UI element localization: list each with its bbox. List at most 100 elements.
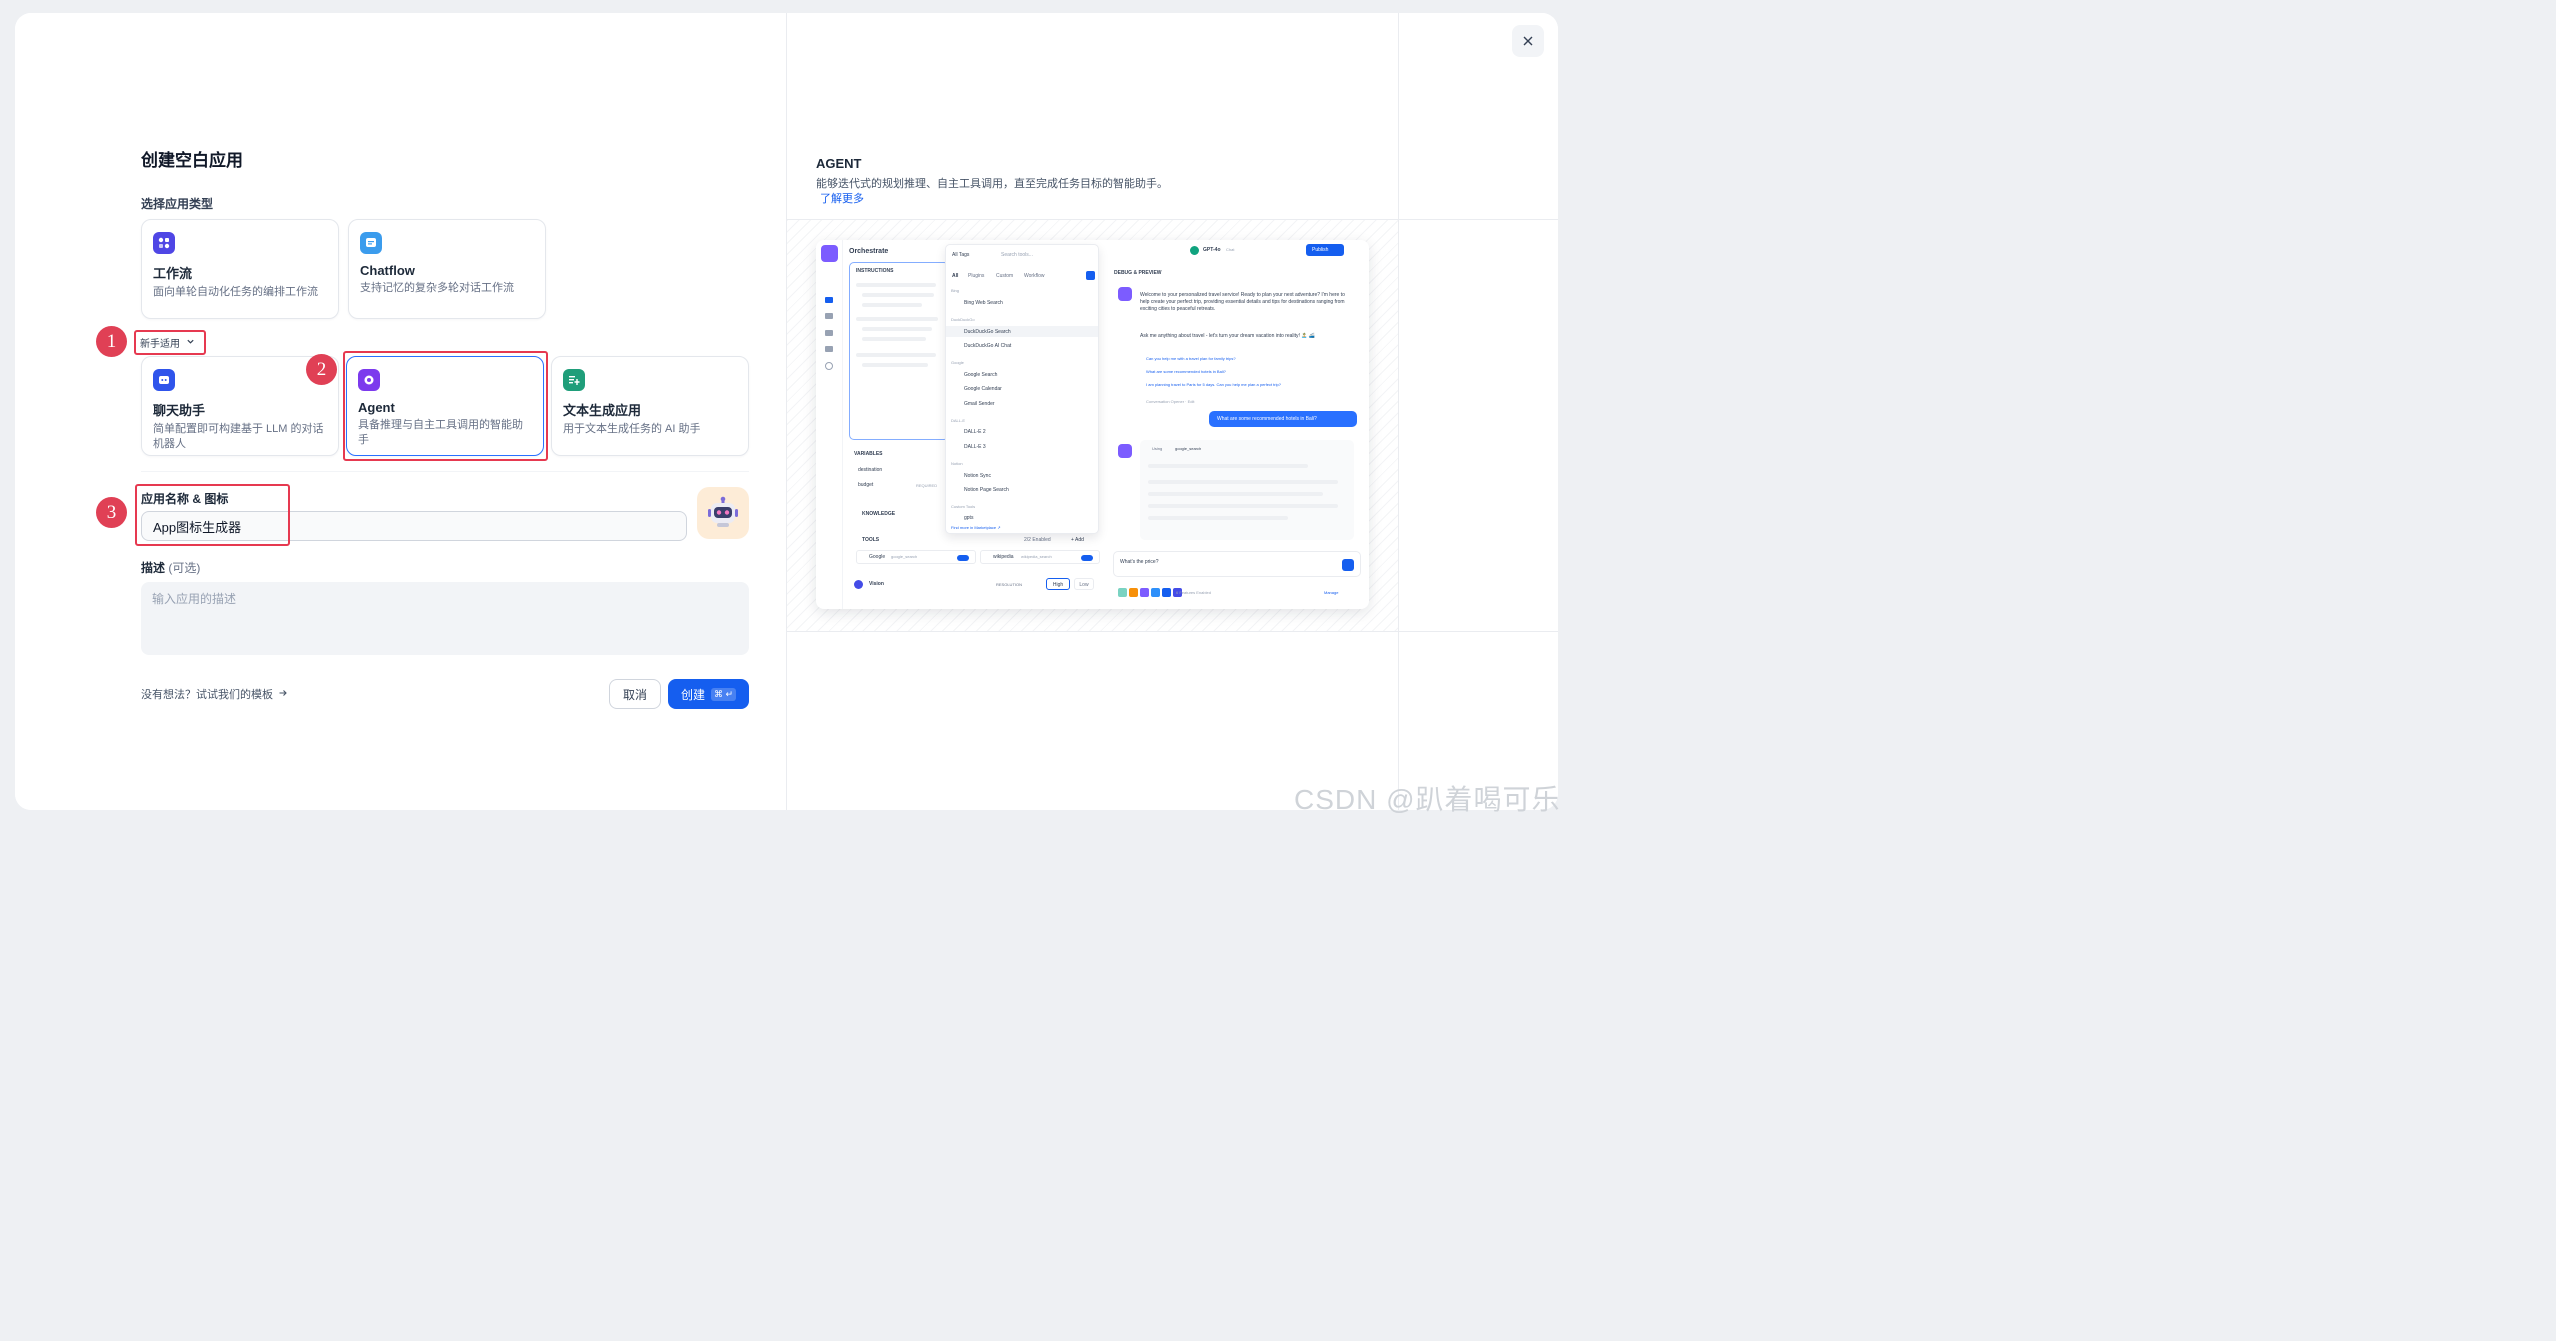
welcome-message-2: Ask me anything about travel - let's tur… [1140, 333, 1316, 339]
tab-all: All [952, 273, 959, 279]
tool-tag: google_search [891, 554, 918, 559]
preview-sidebar [816, 240, 843, 609]
tool-item: Google Calendar [964, 386, 1002, 392]
annotation-number-3: 3 [96, 497, 127, 528]
bot-avatar [1118, 444, 1132, 458]
chatflow-icon [360, 232, 382, 254]
tool-row: wikipedia wikipedia_search [980, 550, 1100, 564]
knowledge-label: KNOWLEDGE [862, 511, 896, 517]
search-tools-input: Search tools... [1001, 252, 1033, 258]
template-link[interactable]: 没有想法？试试我们的模板 [141, 686, 288, 702]
chatbot-icon [153, 369, 175, 391]
create-app-dialog: 创建空白应用 选择应用类型 工作流 面向单轮自动化任务的编排工作流 Chatfl… [15, 13, 1558, 810]
resolution-label: RESOLUTION [996, 582, 1023, 587]
toggle-icon [957, 555, 969, 561]
description-label-text: 描述 [141, 561, 166, 575]
manage-link: Manage [1324, 590, 1339, 595]
bot-avatar [1118, 287, 1132, 301]
app-type-name: 聊天助手 [153, 403, 206, 418]
description-optional: (可选) [168, 561, 201, 575]
tool-item: Notion Page Search [964, 487, 1009, 493]
nav-icon [825, 330, 833, 336]
app-icon-picker[interactable] [697, 487, 749, 539]
variable-item: budget [858, 482, 874, 488]
features-enabled: 6 Features Enabled [1176, 590, 1211, 595]
tool-item: DuckDuckGo Search [964, 329, 1011, 335]
tab-workflow: Workflow [1024, 273, 1045, 279]
close-button[interactable] [1512, 25, 1544, 57]
app-logo-icon [821, 245, 838, 262]
annotation-box-2 [343, 351, 548, 461]
resolution-low: Low [1074, 578, 1094, 590]
app-type-desc: 用于文本生成任务的 AI 助手 [563, 423, 701, 435]
nav-icon [825, 297, 833, 303]
form-divider [141, 471, 749, 472]
template-link-label: 没有想法？试试我们的模板 [141, 689, 273, 701]
preview-title: AGENT [816, 156, 862, 171]
tool-item: Google Search [964, 372, 998, 378]
robot-icon [708, 496, 738, 527]
app-type-card-chatflow[interactable]: Chatflow 支持记忆的复杂多轮对话工作流 [348, 219, 546, 319]
instructions-box: INSTRUCTIONS [849, 262, 949, 440]
welcome-message: Welcome to your personalized travel serv… [1140, 292, 1345, 312]
app-type-name: 工作流 [153, 266, 193, 281]
create-button-label: 创建 [680, 687, 705, 702]
required-tag: REQUIRED [916, 483, 938, 488]
using-tool: google_search [1175, 446, 1202, 451]
description-label: 描述 (可选) [141, 559, 200, 576]
annotation-number-1: 1 [96, 326, 127, 357]
app-type-name: Chatflow [360, 263, 415, 278]
tool-item: gpts [964, 515, 974, 521]
text-generation-icon [563, 369, 585, 391]
suggestion: I am planning travel to Paris for 5 days… [1146, 382, 1281, 387]
annotation-box-1 [134, 330, 206, 355]
nav-icon [825, 346, 833, 352]
all-tags-select: All Tags [952, 252, 970, 258]
learn-more-link[interactable]: 了解更多 [820, 190, 864, 206]
app-type-card-text-generation[interactable]: 文本生成应用 用于文本生成任务的 AI 助手 [551, 356, 749, 456]
tool-group: Google [951, 360, 964, 365]
agent-preview-screenshot: Orchestrate INSTRUCTIONS VARIABLES desti… [816, 240, 1369, 609]
tool-item: DALL-E 2 [964, 429, 986, 435]
chat-input: What's the price? [1113, 551, 1361, 577]
app-type-desc: 面向单轮自动化任务的编排工作流 [153, 286, 318, 298]
debug-preview-label: DEBUG & PREVIEW [1114, 270, 1162, 276]
select-type-label: 选择应用类型 [141, 197, 214, 211]
create-shortcut: ⌘ ↵ [710, 687, 737, 701]
model-name: GPT-4o [1203, 247, 1221, 253]
workflow-icon [153, 232, 175, 254]
create-button[interactable]: 创建 ⌘ ↵ [668, 679, 749, 709]
arrow-right-icon [278, 688, 288, 701]
app-type-card-workflow[interactable]: 工作流 面向单轮自动化任务的编排工作流 [141, 219, 339, 319]
resolution-high: High [1046, 578, 1070, 590]
conversation-opener: Conversation Opener · Edit [1146, 399, 1195, 404]
bot-reply: Using google_search [1140, 440, 1354, 540]
app-type-name: 文本生成应用 [563, 403, 642, 418]
watermark: CSDN @趴着喝可乐 [1294, 784, 1561, 815]
vision-icon [854, 580, 863, 589]
tool-item: Bing Web Search [964, 300, 1003, 306]
grid-line [787, 631, 1558, 632]
tool-name: wikipedia [993, 554, 1014, 560]
annotation-box-3 [135, 484, 290, 546]
suggestion: Can you help me with a travel plan for f… [1146, 356, 1236, 361]
suggestion: What are some recommended hotels in Bali… [1146, 369, 1226, 374]
tool-row: Google google_search [856, 550, 976, 564]
annotation-number-2: 2 [306, 354, 337, 385]
tool-group: DuckDuckGo [951, 317, 975, 322]
model-tag: Chat [1226, 247, 1235, 252]
cancel-button[interactable]: 取消 [609, 679, 661, 709]
publish-button: Publish [1306, 244, 1344, 256]
close-icon [1523, 36, 1533, 46]
variable-item: destination [858, 467, 883, 473]
create-form-panel: 创建空白应用 选择应用类型 工作流 面向单轮自动化任务的编排工作流 Chatfl… [15, 13, 786, 810]
model-icon [1190, 246, 1199, 255]
features-icons [1118, 588, 1184, 597]
description-textarea[interactable]: 输入应用的描述 [141, 582, 749, 655]
tool-item: DALL-E 3 [964, 444, 986, 450]
nav-icon [825, 362, 833, 370]
app-type-preview-panel: AGENT 能够迭代式的规划推理、自主工具调用，直至完成任务目标的智能助手。 了… [786, 13, 1558, 810]
send-icon [1342, 559, 1354, 571]
tool-tag: wikipedia_search [1021, 554, 1052, 559]
using-label: Using [1152, 446, 1163, 451]
